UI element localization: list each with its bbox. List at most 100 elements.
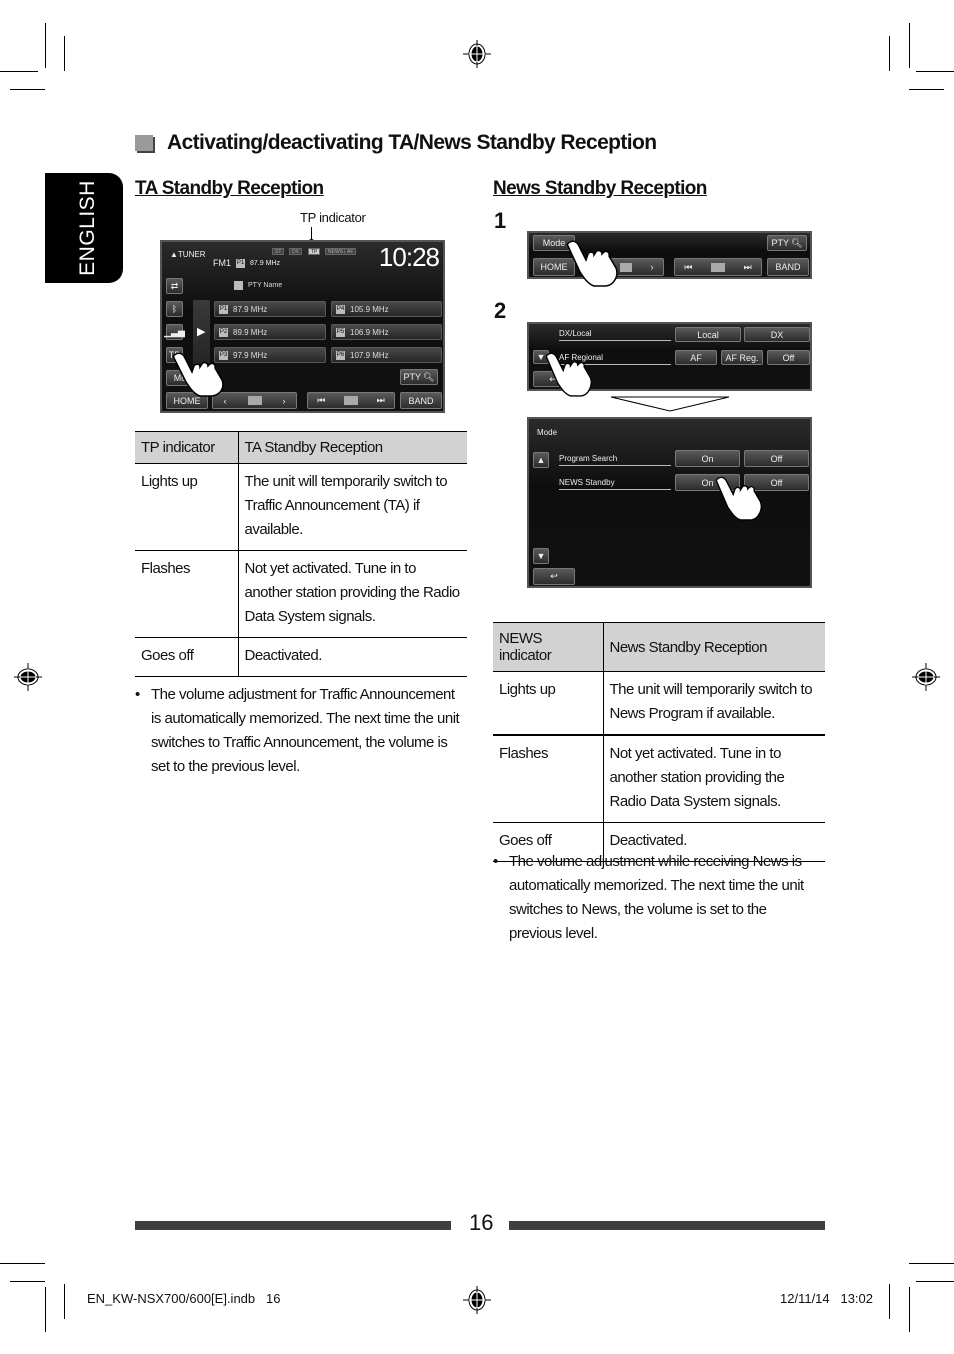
news-standby-title: News Standby Reception <box>493 178 707 199</box>
search-icon: 🔍︎ <box>791 237 803 248</box>
preset-button-3[interactable]: P3 97.9 MHz <box>214 347 326 363</box>
repeat-button[interactable]: ⇄ <box>166 278 183 294</box>
tp-indicator-callout: TP indicator <box>300 210 366 225</box>
search-icon: 🔍︎ <box>423 371 435 382</box>
preset-button-6[interactable]: P6 107.9 MHz <box>331 347 442 363</box>
crop-mark <box>909 1287 910 1332</box>
table-row: Lights up The unit will temporarily switc… <box>135 463 467 551</box>
option-button[interactable]: Off <box>744 450 809 467</box>
registration-mark-icon <box>463 1286 491 1314</box>
option-button[interactable]: Local <box>675 327 741 342</box>
crop-mark <box>64 36 65 71</box>
step-number: 1 <box>494 208 507 233</box>
registration-mark-icon <box>463 40 491 68</box>
section-title-text: Activating/deactivating TA/News Standby … <box>167 131 657 154</box>
setting-label: DX/Local <box>559 329 671 341</box>
option-button[interactable]: On <box>675 450 740 467</box>
page-number: 16 <box>469 1210 494 1235</box>
section-title: Activating/deactivating TA/News Standby … <box>135 131 657 155</box>
crop-mark <box>909 1263 954 1264</box>
indicator-af: AF <box>344 248 357 255</box>
chevron-right-icon: › <box>282 395 286 406</box>
bluetooth-button[interactable]: ᛒ <box>166 301 183 317</box>
pty-name-line: PTY Name <box>234 281 282 290</box>
band-line: FM1 P1 87.9 MHz <box>213 258 280 268</box>
preset-button-2[interactable]: P2 89.9 MHz <box>214 324 326 340</box>
back-button[interactable]: ↩ <box>533 568 575 585</box>
setting-label: Program Search <box>559 454 671 466</box>
skip-control[interactable]: ⏮ ⏭ <box>307 392 395 409</box>
equalizer-button[interactable]: ▁▃▅ <box>164 324 185 340</box>
registration-mark-icon <box>14 663 42 691</box>
preset-button-1[interactable]: P1 87.9 MHz <box>214 301 326 317</box>
registration-mark-icon <box>912 663 940 691</box>
step-number: 2 <box>494 298 507 323</box>
crop-mark <box>0 1263 45 1264</box>
crop-mark <box>0 71 38 72</box>
tp-indicator-table: TP indicator TA Standby Reception Lights … <box>135 431 467 677</box>
pointing-hand-icon <box>715 476 762 521</box>
scroll-up-button[interactable]: ▲ <box>533 452 549 468</box>
band-button[interactable]: BAND <box>400 392 442 409</box>
pointing-hand-icon <box>566 240 618 287</box>
option-button[interactable]: AF Reg. <box>721 350 763 365</box>
table-header: NEWS indicator <box>493 622 604 672</box>
chevron-right-icon: › <box>650 262 654 272</box>
setting-label: NEWS Standby <box>559 478 671 490</box>
news-indicator-table: NEWS indicator News Standby Reception Lig… <box>493 622 825 862</box>
table-row: Lights up The unit will temporarily switc… <box>493 671 825 736</box>
chevron-left-icon: ‹ <box>223 395 227 406</box>
clock: 10:28 <box>378 242 440 272</box>
crop-mark <box>45 23 46 68</box>
frequency-label: 87.9 MHz <box>250 259 280 267</box>
ta-standby-title: TA Standby Reception <box>135 178 324 199</box>
indicator-tp: TP <box>308 248 321 255</box>
crop-mark <box>916 1281 954 1282</box>
preset-badge: P1 <box>236 258 245 268</box>
play-arrow-icon: ▶ <box>197 326 206 338</box>
crop-mark <box>10 89 45 90</box>
skip-back-icon: ⏮ <box>317 395 326 405</box>
crop-mark <box>64 1284 65 1319</box>
equalizer-icon: ▁▃▅ <box>164 326 185 337</box>
table-row: Goes off Deactivated. <box>135 637 467 677</box>
triangle-up-icon: ▲ <box>536 455 546 465</box>
swap-icon: ⇄ <box>170 280 179 291</box>
pty-search-button[interactable]: PTY 🔍︎ <box>767 235 807 251</box>
pty-search-button[interactable]: PTY 🔍︎ <box>400 369 438 385</box>
footer-datetime: 12/11/14 13:02 <box>780 1291 874 1306</box>
indicator-st: ST <box>272 248 285 255</box>
crop-mark <box>10 1281 45 1282</box>
language-tab: ENGLISH <box>45 173 123 283</box>
band-label: FM1 <box>213 258 231 268</box>
option-button[interactable]: AF <box>675 350 717 365</box>
crop-mark <box>916 71 954 72</box>
language-label: ENGLISH <box>76 180 99 276</box>
pointing-hand-icon <box>172 352 224 397</box>
crop-mark <box>889 36 890 71</box>
crop-mark <box>909 89 944 90</box>
step2-mode-screen: Mode ▲ Program Search On Off NEWS Standb… <box>527 417 812 588</box>
preset-button-4[interactable]: P4 105.9 MHz <box>331 301 442 317</box>
transition-arrow-icon <box>610 396 730 412</box>
table-header: TA Standby Reception <box>238 431 467 464</box>
skip-forward-icon: ⏭ <box>376 395 385 405</box>
option-button[interactable]: DX <box>744 327 810 342</box>
skip-control[interactable]: ⏮ ⏭ <box>674 258 762 276</box>
page-bar-left <box>135 1221 451 1230</box>
skip-forward-icon: ⏭ <box>743 261 752 272</box>
pty-icon <box>234 281 243 290</box>
preset-button-5[interactable]: P5 106.9 MHz <box>331 324 442 340</box>
band-button[interactable]: BAND <box>767 258 809 276</box>
footer-file: EN_KW-NSX700/600[E].indb 16 <box>87 1291 281 1306</box>
table-row: Flashes Not yet activated. Tune in to ano… <box>493 735 825 823</box>
screen-title: Mode <box>537 428 558 437</box>
triangle-down-icon: ▼ <box>536 551 546 561</box>
news-note: • The volume adjustment while receiving N… <box>493 853 804 942</box>
back-arrow-icon: ↩ <box>550 571 558 581</box>
option-button[interactable]: Off <box>767 350 810 365</box>
scroll-down-button[interactable]: ▼ <box>533 548 549 564</box>
indicator-news: NEWS <box>325 248 346 255</box>
crop-mark <box>45 1287 46 1332</box>
table-row: Flashes Not yet activated. Tune in to ano… <box>135 550 467 638</box>
